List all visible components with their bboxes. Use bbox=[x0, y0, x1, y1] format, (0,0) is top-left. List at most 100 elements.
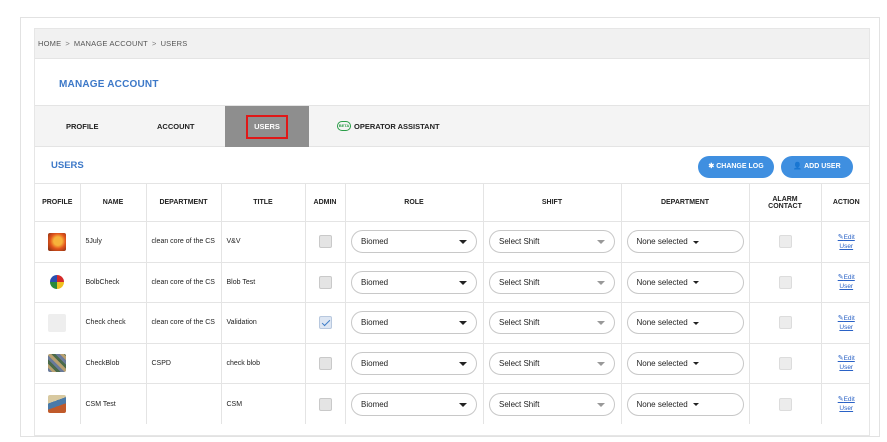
alarm-contact-cell bbox=[749, 342, 822, 384]
user-name: Check check bbox=[80, 302, 147, 343]
edit-user-link[interactable]: ✎Edit User bbox=[838, 233, 855, 251]
department-multiselect[interactable]: None selected bbox=[626, 311, 744, 335]
shift-cell: Select Shift bbox=[483, 383, 622, 424]
department-multiselect[interactable]: None selected bbox=[626, 392, 744, 416]
alarm-header-line1: ALARM bbox=[772, 195, 798, 203]
chevron-down-icon bbox=[597, 280, 605, 285]
alarm-contact-checkbox[interactable] bbox=[778, 316, 792, 330]
shift-value: Select Shift bbox=[499, 277, 540, 287]
tab-account[interactable]: ACCOUNT bbox=[157, 106, 195, 147]
user-name: 5July bbox=[80, 221, 147, 262]
breadcrumb-home[interactable]: HOME bbox=[38, 39, 61, 48]
department-multiselect[interactable]: None selected bbox=[626, 351, 744, 375]
department-select-cell: None selected bbox=[621, 261, 750, 303]
alarm-contact-checkbox[interactable] bbox=[778, 275, 792, 289]
admin-checkbox[interactable] bbox=[318, 275, 332, 289]
profile-cell bbox=[35, 302, 81, 343]
caret-down-icon bbox=[692, 362, 699, 366]
user-label: User bbox=[839, 405, 854, 412]
avatar bbox=[48, 313, 67, 332]
caret-down-icon bbox=[692, 321, 699, 325]
shift-value: Select Shift bbox=[499, 237, 540, 247]
shift-select[interactable]: Select Shift bbox=[489, 351, 615, 375]
chevron-down-icon bbox=[459, 240, 467, 245]
user-name: CheckBlob bbox=[80, 342, 147, 384]
tab-profile[interactable]: PROFILE bbox=[66, 106, 99, 147]
admin-checkbox[interactable] bbox=[318, 356, 332, 370]
manage-account-card: HOME > MANAGE ACCOUNT > USERS MANAGE ACCOUNT… bbox=[34, 28, 870, 436]
department-multiselect[interactable]: None selected bbox=[626, 270, 744, 294]
department-select-value: None selected bbox=[636, 358, 688, 368]
user-title: check blob bbox=[221, 342, 306, 384]
tab-bar: PROFILE ACCOUNT USERS BETA OPERATOR ASSIS… bbox=[35, 105, 869, 147]
shift-select[interactable]: Select Shift bbox=[489, 230, 615, 254]
role-value: Biomed bbox=[361, 399, 389, 409]
admin-cell bbox=[305, 261, 346, 303]
edit-label: Edit bbox=[843, 314, 855, 322]
gear-icon: ✱ bbox=[708, 163, 715, 170]
edit-user-link[interactable]: ✎Edit User bbox=[838, 273, 855, 291]
shift-select[interactable]: Select Shift bbox=[489, 311, 615, 335]
edit-label: Edit bbox=[843, 396, 855, 403]
user-title: Blob Test bbox=[221, 261, 306, 303]
role-cell: Biomed bbox=[345, 342, 484, 384]
alarm-contact-checkbox[interactable] bbox=[778, 235, 792, 249]
user-department: clean core of the CS bbox=[146, 302, 222, 343]
role-value: Biomed bbox=[361, 358, 389, 368]
edit-label: Edit bbox=[843, 274, 855, 282]
role-cell: Biomed bbox=[345, 221, 484, 262]
breadcrumb-manage-account[interactable]: MANAGE ACCOUNT bbox=[74, 39, 148, 48]
avatar bbox=[48, 232, 67, 251]
shift-cell: Select Shift bbox=[483, 261, 622, 303]
role-select[interactable]: Biomed bbox=[351, 392, 477, 416]
alarm-contact-checkbox[interactable] bbox=[778, 397, 792, 411]
add-user-button[interactable]: 👤 ADD USER bbox=[781, 156, 853, 178]
alarm-contact-checkbox[interactable] bbox=[778, 356, 792, 370]
department-select-value: None selected bbox=[636, 399, 688, 409]
avatar bbox=[48, 395, 67, 413]
admin-checkbox[interactable] bbox=[318, 235, 332, 249]
table-row: BolbCheck clean core of the CS Blob Test Bi… bbox=[35, 261, 869, 303]
user-department bbox=[146, 383, 222, 424]
user-label: User bbox=[839, 364, 854, 372]
user-department: CSPD bbox=[146, 342, 222, 384]
shift-select[interactable]: Select Shift bbox=[489, 392, 615, 416]
edit-user-link[interactable]: ✎Edit User bbox=[838, 354, 855, 372]
role-select[interactable]: Biomed bbox=[351, 230, 477, 254]
chevron-down-icon bbox=[459, 361, 467, 366]
users-header: USERS ✱ CHANGE LOG 👤 ADD USER bbox=[35, 147, 869, 183]
profile-cell bbox=[35, 221, 81, 262]
edit-user-link[interactable]: ✎Edit User bbox=[838, 314, 855, 332]
role-select[interactable]: Biomed bbox=[351, 351, 477, 375]
users-section-title: USERS bbox=[51, 160, 84, 171]
admin-checkbox[interactable] bbox=[318, 316, 332, 330]
chevron-down-icon bbox=[459, 321, 467, 326]
add-user-icon: 👤 bbox=[793, 163, 803, 170]
admin-checkbox[interactable] bbox=[318, 397, 332, 411]
shift-cell: Select Shift bbox=[483, 342, 622, 384]
table-row: CSM Test CSM Biomed Select Shift None select… bbox=[35, 383, 869, 424]
profile-cell bbox=[35, 342, 81, 384]
admin-cell bbox=[305, 342, 346, 384]
avatar bbox=[50, 275, 65, 290]
action-cell: ✎Edit User bbox=[821, 261, 869, 303]
table-row: Check check clean core of the CS Validatio… bbox=[35, 302, 869, 343]
change-log-button[interactable]: ✱ CHANGE LOG bbox=[698, 156, 774, 178]
shift-select[interactable]: Select Shift bbox=[489, 270, 615, 294]
shift-value: Select Shift bbox=[499, 358, 540, 368]
col-alarm-contact: ALARM CONTACT bbox=[749, 183, 822, 222]
edit-user-link[interactable]: ✎Edit User bbox=[838, 395, 855, 413]
department-select-cell: None selected bbox=[621, 342, 750, 384]
role-select[interactable]: Biomed bbox=[351, 270, 477, 294]
department-select-value: None selected bbox=[636, 277, 688, 287]
profile-cell bbox=[35, 261, 81, 303]
department-multiselect[interactable]: None selected bbox=[626, 230, 744, 254]
role-select[interactable]: Biomed bbox=[351, 311, 477, 335]
action-cell: ✎Edit User bbox=[821, 342, 869, 384]
user-name: CSM Test bbox=[80, 383, 147, 424]
tab-operator-assistant[interactable]: BETA OPERATOR ASSISTANT bbox=[337, 106, 440, 147]
tab-users[interactable]: USERS bbox=[225, 106, 309, 147]
role-cell: Biomed bbox=[345, 383, 484, 424]
col-action: ACTION bbox=[821, 183, 869, 222]
caret-down-icon bbox=[692, 281, 699, 285]
